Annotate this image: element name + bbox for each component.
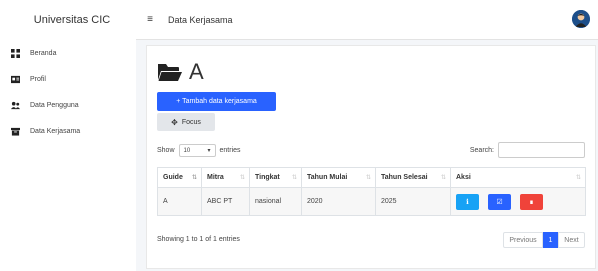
archive-icon — [11, 127, 20, 136]
focus-button[interactable]: ✥ Focus — [157, 113, 215, 131]
page-1-button[interactable]: 1 — [543, 232, 558, 248]
sidebar-item-label: Profil — [30, 75, 46, 83]
sort-icon: ⇅ — [575, 175, 581, 181]
column-header-tahun-selesai[interactable]: Tahun Selesai ⇅ — [375, 167, 451, 188]
table-info: Showing 1 to 1 of 1 entries — [157, 236, 240, 243]
column-header-aksi[interactable]: Aksi ⇅ — [450, 167, 586, 188]
previous-page-button[interactable]: Previous — [503, 232, 543, 248]
cell-tahun-selesai: 2025 — [375, 187, 451, 216]
cell-mitra: ABC PT — [201, 187, 250, 216]
edit-button[interactable]: ☑ — [488, 193, 511, 210]
info-button[interactable]: ℹ — [456, 193, 479, 210]
sidebar-item-beranda[interactable]: Beranda — [0, 40, 136, 66]
entries-label: entries — [219, 147, 241, 154]
search-area: Search: — [470, 142, 585, 158]
cell-aksi: ℹ ☑ ∎ — [450, 187, 586, 216]
dashboard-icon — [11, 48, 20, 58]
sort-icon: ⇅ — [191, 175, 197, 181]
arrows-icon: ✥ — [171, 117, 178, 127]
caret-down-icon: ▾ — [207, 148, 211, 154]
entries-value: 10 — [183, 147, 191, 154]
heading-row: A — [157, 61, 204, 83]
focus-label: Focus — [181, 118, 201, 126]
sort-icon: ⇅ — [239, 175, 245, 181]
entries-select[interactable]: 10 ▾ — [178, 144, 216, 157]
table-header-row: Guide ⇅ Mitra ⇅ Tingkat ⇅ Tahun Mulai ⇅ Tahu… — [157, 167, 586, 188]
cell-guide: A — [157, 187, 202, 216]
folder-open-icon — [158, 64, 182, 81]
sidebar: Universitas CIC Beranda Profil Data Peng… — [0, 0, 136, 271]
sidebar-item-label: Data Pengguna — [30, 101, 79, 109]
menu-toggle-icon[interactable]: ≡ — [144, 14, 156, 25]
add-kerjasama-button[interactable]: + Tambah data kerjasama — [157, 92, 276, 111]
page-title: Data Kerjasama — [168, 14, 233, 25]
sidebar-item-profil[interactable]: Profil — [0, 66, 136, 92]
next-page-button[interactable]: Next — [558, 232, 585, 248]
sidebar-item-data-pengguna[interactable]: Data Pengguna — [0, 92, 136, 118]
sort-icon: ⇅ — [291, 175, 297, 181]
sidebar-item-data-kerjasama[interactable]: Data Kerjasama — [0, 118, 136, 144]
show-label: Show — [157, 147, 175, 154]
sort-icon: ⇅ — [440, 175, 446, 181]
search-input[interactable] — [498, 142, 585, 158]
brand-title[interactable]: Universitas CIC — [0, 0, 136, 40]
sidebar-item-label: Data Kerjasama — [30, 127, 81, 135]
column-header-tingkat[interactable]: Tingkat ⇅ — [249, 167, 302, 188]
kerjasama-table: Guide ⇅ Mitra ⇅ Tingkat ⇅ Tahun Mulai ⇅ Tahu… — [157, 167, 586, 216]
delete-button[interactable]: ∎ — [520, 193, 543, 210]
cell-tahun-mulai: 2020 — [301, 187, 376, 216]
search-label: Search: — [469, 146, 494, 154]
column-header-guide[interactable]: Guide ⇅ — [157, 167, 202, 188]
trash-icon: ∎ — [529, 198, 534, 206]
avatar[interactable] — [572, 10, 590, 28]
content-card: A + Tambah data kerjasama ✥ Focus Show 1… — [146, 45, 596, 269]
entries-length: Show 10 ▾ entries — [157, 144, 241, 157]
topbar: ≡ Data Kerjasama — [136, 0, 598, 40]
pagination: Previous 1 Next — [503, 232, 585, 248]
column-header-mitra[interactable]: Mitra ⇅ — [201, 167, 250, 188]
sort-icon: ⇅ — [365, 175, 371, 181]
heading-title: A — [189, 59, 204, 84]
edit-icon: ☑ — [496, 198, 503, 206]
cell-tingkat: nasional — [249, 187, 302, 216]
id-card-icon — [11, 75, 20, 84]
info-icon: ℹ — [466, 198, 469, 206]
users-icon — [11, 101, 20, 110]
column-header-tahun-mulai[interactable]: Tahun Mulai ⇅ — [301, 167, 376, 188]
table-row: A ABC PT nasional 2020 2025 ℹ ☑ ∎ — [157, 187, 586, 216]
sidebar-item-label: Beranda — [30, 49, 57, 57]
